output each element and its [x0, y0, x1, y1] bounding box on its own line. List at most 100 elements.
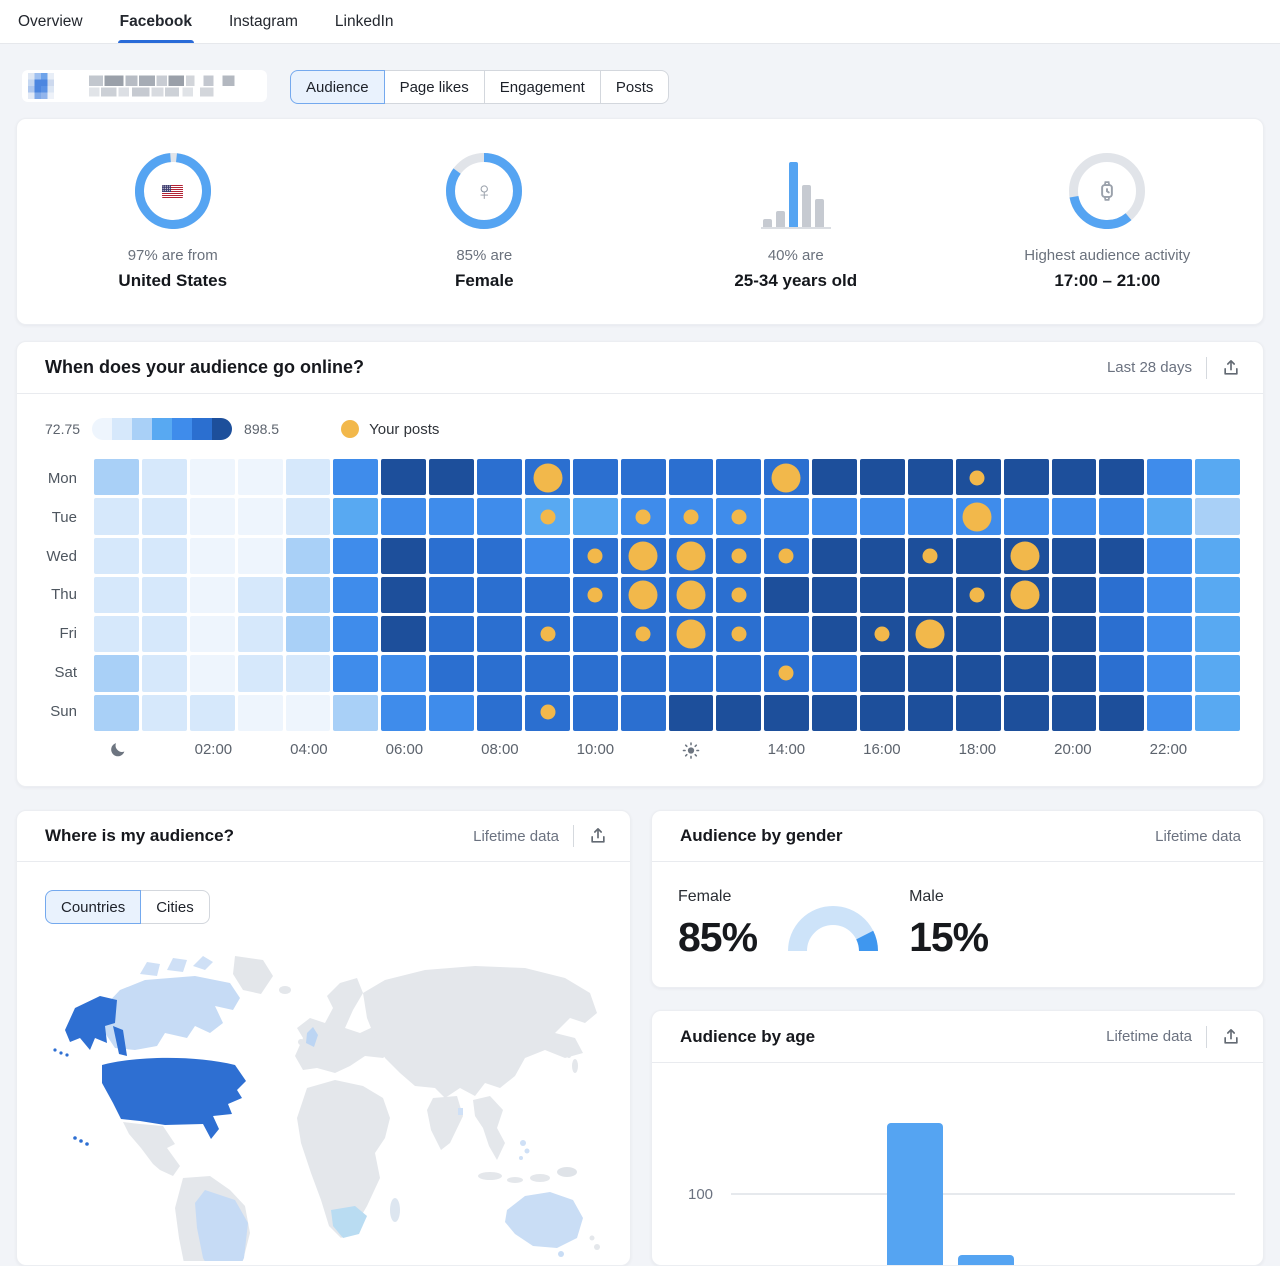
heatmap-cell[interactable]: [429, 616, 474, 652]
heatmap-cell[interactable]: [381, 695, 426, 731]
heatmap-cell[interactable]: [1147, 459, 1192, 495]
location-export-button[interactable]: [588, 826, 608, 846]
post-dot[interactable]: [540, 704, 555, 719]
map-country-indonesia[interactable]: [530, 1174, 550, 1182]
heatmap-cell[interactable]: [94, 538, 139, 574]
heatmap-cell[interactable]: [525, 655, 570, 691]
heatmap-cell[interactable]: [333, 655, 378, 691]
post-dot[interactable]: [1011, 542, 1040, 571]
heatmap-cell[interactable]: [716, 459, 761, 495]
heatmap-cell[interactable]: [1195, 538, 1240, 574]
heatmap-cell[interactable]: [908, 695, 953, 731]
post-dot[interactable]: [540, 510, 555, 525]
heatmap-cell[interactable]: [94, 577, 139, 613]
map-new-guinea[interactable]: [557, 1167, 577, 1177]
post-dot[interactable]: [772, 464, 801, 493]
heatmap-cell[interactable]: [812, 577, 857, 613]
heatmap-cell[interactable]: [333, 695, 378, 731]
map-country-indonesia[interactable]: [478, 1172, 502, 1180]
heatmap-cell[interactable]: [94, 498, 139, 534]
heatmap-cell[interactable]: [477, 616, 522, 652]
heatmap-cell[interactable]: [238, 498, 283, 534]
map-country-indonesia[interactable]: [507, 1177, 523, 1183]
heatmap-cell[interactable]: [429, 655, 474, 691]
map-country-australia[interactable]: [505, 1192, 583, 1248]
heatmap-cell[interactable]: [429, 538, 474, 574]
heatmap-cell[interactable]: [1004, 498, 1049, 534]
map-country-philippines[interactable]: [520, 1140, 526, 1146]
post-dot[interactable]: [915, 619, 944, 648]
heatmap-cell[interactable]: [956, 616, 1001, 652]
heatmap-cell[interactable]: [142, 655, 187, 691]
heatmap-cell[interactable]: [1147, 616, 1192, 652]
map-hawaii-island[interactable]: [73, 1136, 77, 1140]
heatmap-cell[interactable]: [1147, 498, 1192, 534]
heatmap-cell[interactable]: [94, 616, 139, 652]
heatmap-cell[interactable]: [1099, 498, 1144, 534]
heatmap-cell[interactable]: [286, 577, 331, 613]
heatmap-cell[interactable]: [812, 459, 857, 495]
heatmap-cell[interactable]: [621, 695, 666, 731]
map-asia[interactable]: [363, 966, 597, 1098]
heatmap-export-button[interactable]: [1221, 358, 1241, 378]
heatmap-cell[interactable]: [669, 695, 714, 731]
heatmap-cell[interactable]: [190, 577, 235, 613]
heatmap-cell[interactable]: [1052, 655, 1097, 691]
heatmap-cell[interactable]: [1099, 538, 1144, 574]
post-dot[interactable]: [676, 542, 705, 571]
heatmap-cell[interactable]: [286, 655, 331, 691]
heatmap-cell[interactable]: [1195, 655, 1240, 691]
heatmap-cell[interactable]: [286, 616, 331, 652]
map-southeast-asia[interactable]: [473, 1096, 505, 1160]
post-dot[interactable]: [629, 581, 658, 610]
map-aleutian-island[interactable]: [59, 1051, 62, 1054]
post-dot[interactable]: [779, 665, 794, 680]
heatmap-cell[interactable]: [142, 538, 187, 574]
heatmap-cell[interactable]: [333, 498, 378, 534]
post-dot[interactable]: [970, 588, 985, 603]
heatmap-cell[interactable]: [573, 498, 618, 534]
heatmap-cell[interactable]: [286, 459, 331, 495]
heatmap-cell[interactable]: [333, 459, 378, 495]
heatmap-cell[interactable]: [764, 577, 809, 613]
heatmap-cell[interactable]: [1099, 655, 1144, 691]
heatmap-cell[interactable]: [190, 459, 235, 495]
heatmap-cell[interactable]: [812, 655, 857, 691]
countries-toggle-button[interactable]: Countries: [45, 890, 141, 924]
post-dot[interactable]: [779, 549, 794, 564]
heatmap-cell[interactable]: [860, 459, 905, 495]
heatmap-cell[interactable]: [1195, 616, 1240, 652]
heatmap-cell[interactable]: [1147, 538, 1192, 574]
heatmap-cell[interactable]: [764, 498, 809, 534]
heatmap-cell[interactable]: [812, 616, 857, 652]
heatmap-cell[interactable]: [1099, 616, 1144, 652]
map-new-zealand[interactable]: [590, 1236, 595, 1241]
heatmap-cell[interactable]: [94, 459, 139, 495]
heatmap-cell[interactable]: [1052, 577, 1097, 613]
heatmap-cell[interactable]: [142, 616, 187, 652]
heatmap-cell[interactable]: [381, 498, 426, 534]
post-dot[interactable]: [636, 626, 651, 641]
heatmap-cell[interactable]: [716, 655, 761, 691]
map-country-iceland[interactable]: [279, 986, 291, 994]
heatmap-cell[interactable]: [908, 459, 953, 495]
post-dot[interactable]: [676, 581, 705, 610]
heatmap-cell[interactable]: [1195, 577, 1240, 613]
heatmap-cell[interactable]: [1147, 577, 1192, 613]
heatmap-cell[interactable]: [812, 538, 857, 574]
map-country-japan[interactable]: [572, 1059, 578, 1073]
post-dot[interactable]: [1011, 581, 1040, 610]
tab-facebook[interactable]: Facebook: [120, 0, 192, 43]
heatmap-cell[interactable]: [286, 498, 331, 534]
map-state-alaska[interactable]: [65, 996, 117, 1050]
heatmap-cell[interactable]: [238, 616, 283, 652]
heatmap-cell[interactable]: [1052, 538, 1097, 574]
post-dot[interactable]: [588, 588, 603, 603]
heatmap-cell[interactable]: [525, 538, 570, 574]
map-country-madagascar[interactable]: [390, 1198, 400, 1222]
heatmap-cell[interactable]: [429, 695, 474, 731]
heatmap-cell[interactable]: [860, 498, 905, 534]
map-country-japan[interactable]: [566, 1046, 572, 1058]
heatmap-cell[interactable]: [1052, 498, 1097, 534]
map-country-philippines[interactable]: [525, 1149, 530, 1154]
